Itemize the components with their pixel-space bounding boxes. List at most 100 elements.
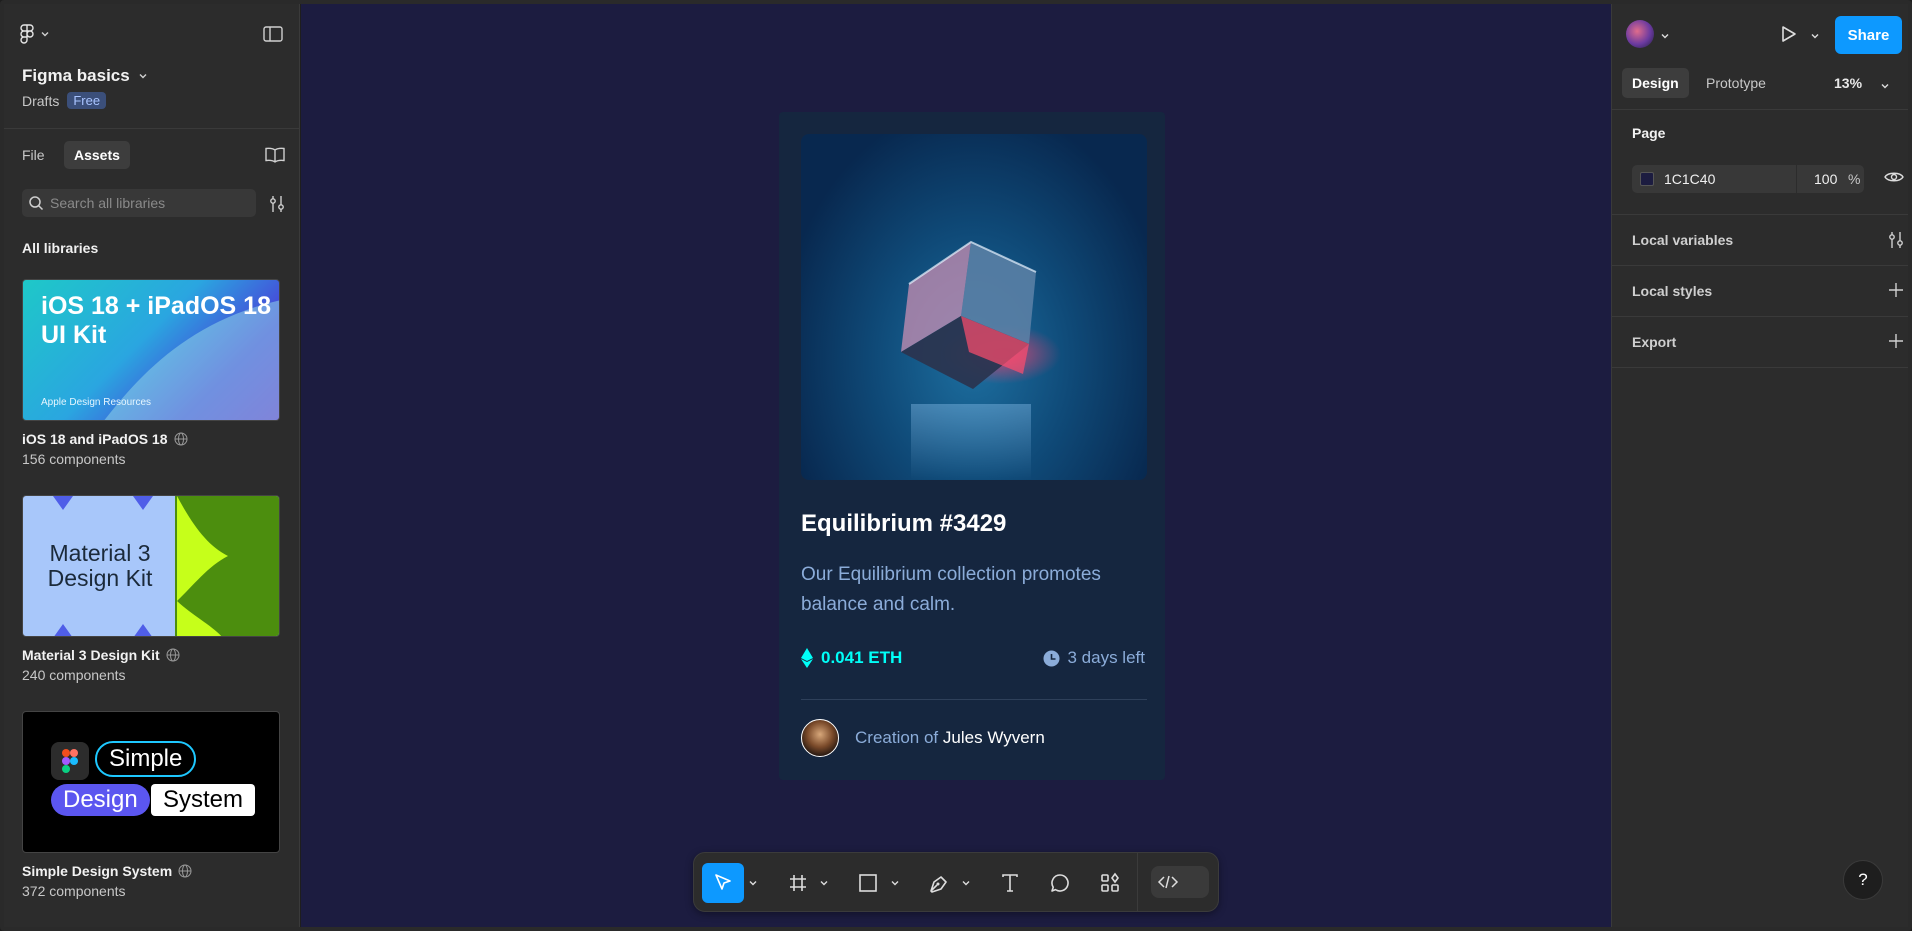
library-thumbnail: iOS 18 + iPadOS 18 UI Kit Apple Design R…	[22, 279, 280, 421]
add-export-button[interactable]	[1888, 333, 1904, 354]
file-header: Figma basics Drafts Free	[4, 4, 299, 129]
export-label: Export	[1632, 334, 1677, 350]
tab-assets[interactable]: Assets	[64, 141, 130, 169]
add-style-button[interactable]	[1888, 282, 1904, 303]
pen-tool-menu[interactable]	[959, 863, 973, 903]
toggle-visibility-button[interactable]	[1884, 170, 1904, 189]
frame-tool-menu[interactable]	[817, 863, 831, 903]
present-menu-button[interactable]	[1810, 28, 1820, 46]
file-name-button[interactable]: Figma basics	[22, 66, 148, 86]
pen-icon	[930, 876, 947, 893]
clock-icon	[1043, 650, 1059, 666]
library-title: Simple Design System	[22, 863, 280, 879]
present-button[interactable]	[1778, 24, 1798, 49]
library-name: Material 3 Design Kit	[22, 647, 160, 663]
thumbnail-word: Simple	[95, 741, 197, 777]
thumbnail-title: iOS 18 + iPadOS 18 UI Kit	[41, 292, 271, 349]
divider	[1612, 367, 1908, 368]
library-name: iOS 18 and iPadOS 18	[22, 431, 168, 447]
chevron-down-icon	[1881, 84, 1889, 89]
library-card-ios[interactable]: iOS 18 + iPadOS 18 UI Kit Apple Design R…	[22, 279, 280, 467]
search-row	[4, 179, 299, 229]
chevron-down-icon	[139, 74, 147, 79]
zoom-level[interactable]: 13%	[1834, 75, 1862, 91]
cube-illustration	[901, 240, 1061, 480]
page-fill-field: 1C1C40 100 %	[1632, 165, 1864, 193]
move-tool-button[interactable]	[702, 863, 744, 903]
ethereum-icon	[801, 648, 813, 668]
creator-prefix: Creation of	[855, 728, 939, 747]
components-icon	[1101, 872, 1119, 892]
local-styles-label: Local styles	[1632, 283, 1713, 299]
toggle-sidebar-button[interactable]	[263, 26, 283, 47]
chevron-down-icon	[1811, 34, 1819, 39]
globe-icon	[174, 432, 188, 446]
shape-tool-menu[interactable]	[888, 863, 902, 903]
library-button[interactable]	[265, 147, 285, 168]
tab-file[interactable]: File	[12, 141, 55, 169]
text-tool-button[interactable]	[992, 863, 1028, 903]
plan-badge[interactable]: Free	[67, 92, 107, 109]
chevron-down-icon	[749, 881, 757, 886]
figma-window: Figma basics Drafts Free File Assets Sea…	[0, 0, 1912, 931]
thumbnail-word: Design	[51, 784, 150, 816]
shape-tool-button[interactable]	[850, 863, 886, 903]
user-avatar[interactable]	[1626, 20, 1654, 48]
library-card-simple-design-system[interactable]: Simple Design System Simple Design Syste…	[22, 711, 280, 899]
time-left-value: 3 days left	[1067, 648, 1146, 667]
rectangle-icon	[859, 874, 877, 892]
cursor-arrow-icon	[715, 874, 731, 890]
library-count: 372 components	[22, 883, 126, 899]
globe-icon	[166, 648, 180, 662]
text-icon	[1002, 874, 1018, 892]
card-image[interactable]	[801, 134, 1147, 480]
thumbnail-word: System	[151, 784, 256, 816]
card-divider	[801, 699, 1147, 700]
toolbar-separator	[1137, 853, 1138, 911]
library-count: 240 components	[22, 667, 126, 683]
local-styles-section[interactable]: Local styles	[1612, 266, 1908, 316]
bottom-toolbar	[693, 852, 1219, 912]
page-opacity-value[interactable]: 100	[1814, 171, 1837, 187]
library-card-material[interactable]: Material 3 Design Kit Material 3 Design …	[22, 495, 280, 683]
resources-tool-button[interactable]	[1092, 863, 1128, 903]
card-title: Equilibrium #3429	[801, 510, 1007, 537]
account-menu-button[interactable]	[1660, 28, 1670, 46]
nft-card-frame[interactable]: Equilibrium #3429 Our Equilibrium collec…	[779, 112, 1165, 780]
figma-color-logo-icon	[62, 749, 78, 773]
zoom-menu-button[interactable]	[1880, 78, 1890, 96]
thumbnail-title: Material 3 Design Kit	[47, 540, 153, 591]
pen-tool-button[interactable]	[921, 863, 957, 903]
page-color-swatch[interactable]	[1640, 172, 1654, 186]
export-section[interactable]: Export	[1612, 317, 1908, 367]
library-title: Material 3 Design Kit	[22, 647, 280, 663]
search-input[interactable]	[50, 195, 250, 211]
frame-tool-button[interactable]	[780, 863, 816, 903]
figma-logo-icon	[20, 24, 34, 44]
canvas[interactable]: Equilibrium #3429 Our Equilibrium collec…	[301, 4, 1611, 927]
chevron-down-icon	[1661, 34, 1669, 39]
right-sidebar: Share Design Prototype 13% Page 1C1C40 1…	[1611, 4, 1908, 927]
chevron-down-icon	[891, 881, 899, 886]
eye-icon	[1884, 172, 1904, 182]
comment-tool-button[interactable]	[1042, 863, 1078, 903]
share-button[interactable]: Share	[1835, 16, 1902, 54]
play-icon	[1782, 26, 1796, 42]
local-variables-button[interactable]	[1888, 231, 1904, 254]
tab-design[interactable]: Design	[1622, 68, 1689, 98]
creator-avatar	[801, 719, 839, 757]
library-filter-button[interactable]	[269, 195, 285, 218]
divider	[1612, 109, 1908, 110]
library-name: Simple Design System	[22, 863, 173, 879]
tab-prototype[interactable]: Prototype	[1696, 68, 1776, 98]
drafts-link[interactable]: Drafts	[22, 93, 59, 109]
help-button[interactable]: ?	[1843, 860, 1883, 900]
local-variables-label: Local variables	[1632, 232, 1734, 248]
left-tabs: File Assets	[4, 129, 299, 179]
move-tool-menu[interactable]	[746, 863, 760, 903]
page-color-hex[interactable]: 1C1C40	[1664, 171, 1794, 187]
dev-mode-toggle[interactable]	[1151, 866, 1209, 898]
local-variables-section[interactable]: Local variables	[1612, 215, 1908, 265]
comment-bubble-icon	[1051, 874, 1069, 892]
main-menu-button[interactable]	[18, 24, 50, 44]
